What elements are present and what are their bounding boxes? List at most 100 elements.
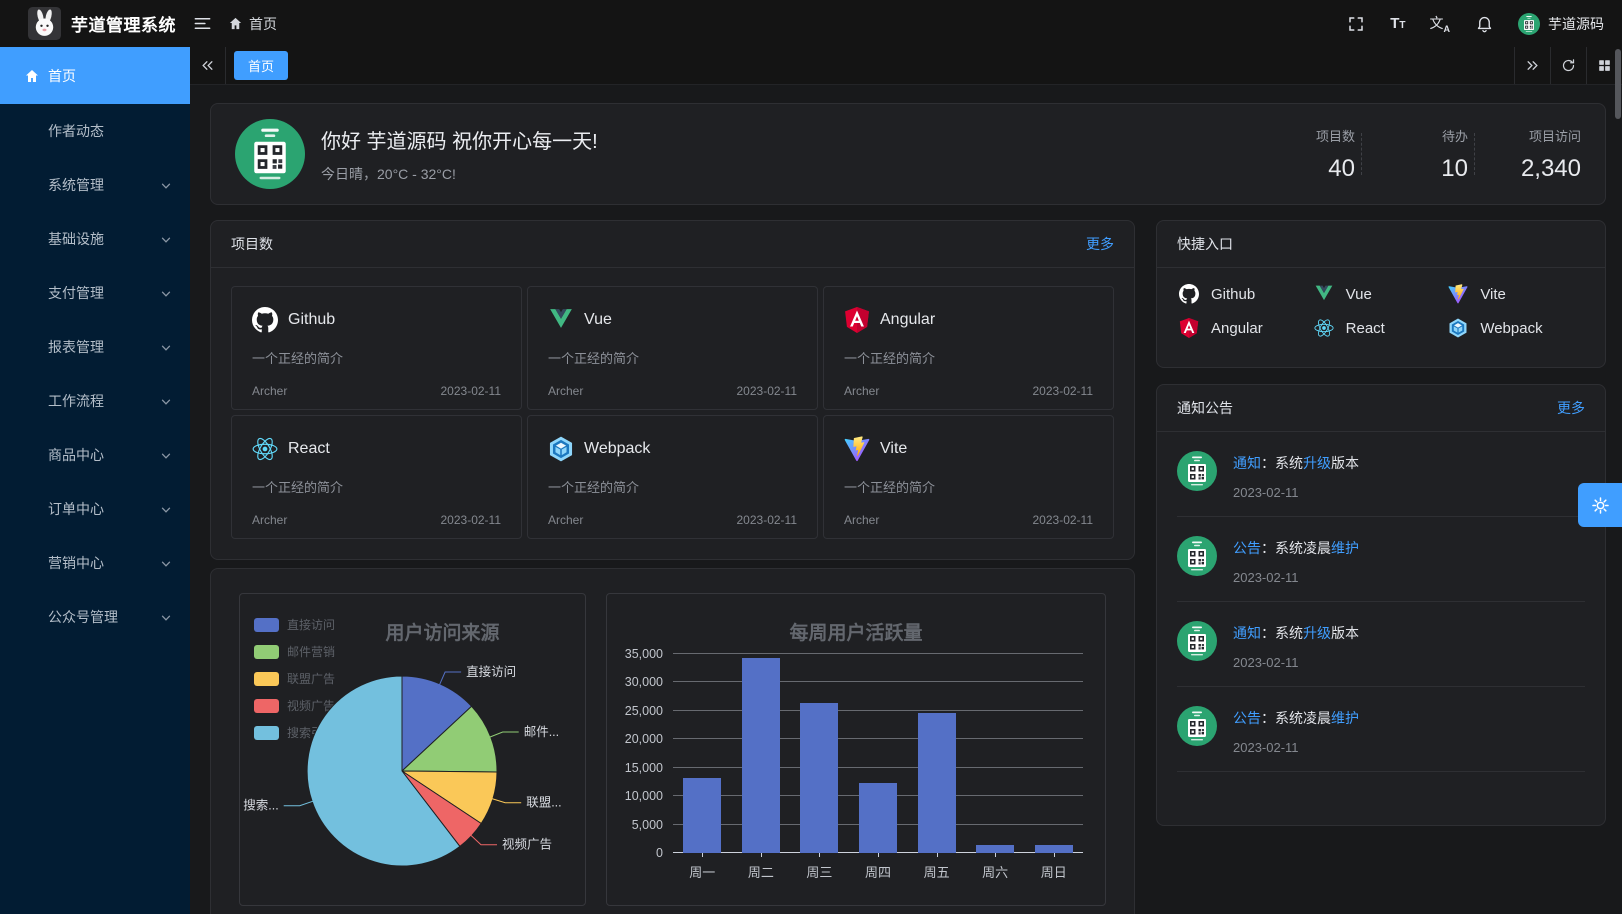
tabbar: 首页 [190, 47, 1622, 85]
notice-item-2: 通知：系统升级版本 2023-02-11 [1177, 602, 1585, 687]
notice-date: 2023-02-11 [1233, 570, 1359, 585]
shortcut-angular[interactable]: Angular [1179, 318, 1314, 338]
shortcut-webpack[interactable]: Webpack [1448, 318, 1583, 338]
project-author: Archer [252, 513, 287, 527]
project-name: React [288, 440, 330, 458]
github-icon [252, 307, 278, 333]
projects-more-link[interactable]: 更多 [1086, 234, 1114, 254]
notices-title: 通知公告 [1177, 398, 1233, 418]
notice-title[interactable]: 公告：系统凌晨维护 [1233, 538, 1359, 558]
stat-divider [1361, 133, 1362, 175]
bar-series: 周一 周二 周三 周四 周五 周六 [673, 654, 1083, 853]
topbar: 芋道管理系统 首页 TT 文A 芋道源码 [0, 0, 1622, 47]
bar-1 [742, 658, 780, 853]
sidebar-item-2[interactable]: 系统管理 [0, 158, 190, 212]
shortcut-vite[interactable]: Vite [1448, 284, 1583, 304]
project-name: Vue [584, 311, 612, 329]
sidebar-item-9[interactable]: 营销中心 [0, 536, 190, 590]
settings-gear-button[interactable] [1578, 483, 1622, 527]
pie-callout-label: 邮件... [524, 725, 559, 739]
chevron-down-icon [160, 558, 172, 570]
project-card-angular[interactable]: Angular 一个正经的简介 Archer2023-02-11 [823, 286, 1114, 410]
tab-home[interactable]: 首页 [234, 51, 288, 80]
sidebar-item-0[interactable]: 首页 [0, 47, 190, 104]
refresh-icon [1561, 58, 1576, 73]
notices-more-link[interactable]: 更多 [1557, 398, 1585, 418]
x-axis-label: 周一 [689, 862, 715, 881]
sidebar-item-1[interactable]: 作者动态 [0, 104, 190, 158]
refresh-icon[interactable] [1550, 47, 1586, 84]
qrcode-avatar [1177, 621, 1217, 661]
notice-date: 2023-02-11 [1233, 740, 1359, 755]
project-date: 2023-02-11 [441, 384, 502, 398]
qrcode-avatar [1177, 706, 1217, 746]
notice-title[interactable]: 公告：系统凌晨维护 [1233, 708, 1359, 728]
chevron-down-icon [160, 180, 172, 192]
notice-item-1: 公告：系统凌晨维护 2023-02-11 [1177, 517, 1585, 602]
double-right-icon [1525, 58, 1540, 73]
sidebar-item-4[interactable]: 支付管理 [0, 266, 190, 320]
notice-title[interactable]: 通知：系统升级版本 [1233, 453, 1359, 473]
scrollbar-thumb[interactable] [1615, 49, 1621, 119]
project-author: Archer [844, 513, 879, 527]
shortcut-react[interactable]: React [1314, 318, 1449, 338]
bell-icon[interactable] [1474, 14, 1494, 34]
greeting-title: 你好 芋道源码 祝你开心每一天! [321, 125, 598, 154]
chevron-down-icon [160, 342, 172, 354]
project-card-github[interactable]: Github 一个正经的简介 Archer2023-02-11 [231, 286, 522, 410]
pie-callout-label: 视频广告 [502, 837, 552, 852]
pie-callout-label: 搜索... [243, 798, 278, 813]
sidebar-item-label: 商品中心 [48, 445, 160, 465]
bar-6 [1035, 845, 1073, 853]
notices-list: 通知：系统升级版本 2023-02-11 公告：系统凌晨维护 2023-02-1… [1157, 432, 1605, 772]
projects-header: 项目数 更多 [211, 221, 1134, 268]
project-card-react[interactable]: React 一个正经的简介 Archer2023-02-11 [231, 415, 522, 539]
pie-chart: 用户访问来源 直接访问 邮件营销 联盟广告 视频广告 搜索引擎 直接访问邮件..… [239, 593, 586, 906]
sidebar-item-5[interactable]: 报表管理 [0, 320, 190, 374]
qrcode-avatar [1177, 536, 1217, 576]
qrcode-avatar [1177, 621, 1217, 661]
chevron-down-icon [160, 612, 172, 624]
qrcode-avatar [235, 119, 305, 189]
qrcode-avatar [1177, 706, 1217, 746]
locale-icon[interactable]: 文A [1430, 13, 1451, 34]
greeting-stats: 项目数 40 待办 10 项目访问 2,340 [1255, 126, 1581, 183]
user-menu[interactable]: 芋道源码 [1518, 13, 1604, 35]
font-size-icon[interactable]: TT [1390, 15, 1405, 32]
y-axis-label: 25,000 [625, 704, 673, 718]
menu-fold-icon[interactable] [192, 14, 212, 34]
shortcut-github[interactable]: Github [1179, 284, 1314, 304]
tabs-scroll-left-button[interactable] [190, 47, 226, 84]
stat-label: 待办 [1368, 126, 1468, 145]
chevron-down-icon [160, 450, 172, 462]
project-desc: 一个正经的简介 [252, 477, 501, 496]
sidebar-item-8[interactable]: 订单中心 [0, 482, 190, 536]
tabs-scroll-right-button[interactable] [1514, 47, 1550, 84]
charts-card: 用户访问来源 直接访问 邮件营销 联盟广告 视频广告 搜索引擎 直接访问邮件..… [210, 568, 1135, 914]
x-axis-label: 周五 [924, 862, 950, 881]
fullscreen-icon[interactable] [1346, 14, 1366, 34]
sidebar-item-label: 支付管理 [48, 283, 160, 303]
project-card-webpack[interactable]: Webpack 一个正经的简介 Archer2023-02-11 [527, 415, 818, 539]
projects-grid: Github 一个正经的简介 Archer2023-02-11 Vue 一个正经… [211, 268, 1134, 557]
project-desc: 一个正经的简介 [548, 477, 797, 496]
sidebar-item-3[interactable]: 基础设施 [0, 212, 190, 266]
project-name: Webpack [584, 440, 650, 458]
shortcuts-grid: Github Vue Vite Angular React Webpack [1157, 268, 1605, 354]
shortcut-vue[interactable]: Vue [1314, 284, 1449, 304]
breadcrumb[interactable]: 首页 [228, 14, 277, 34]
sidebar-item-6[interactable]: 工作流程 [0, 374, 190, 428]
notice-title[interactable]: 通知：系统升级版本 [1233, 623, 1359, 643]
y-axis-label: 0 [656, 846, 673, 860]
legend-item[interactable]: 直接访问 [254, 616, 335, 633]
project-card-vite[interactable]: Vite 一个正经的简介 Archer2023-02-11 [823, 415, 1114, 539]
project-date: 2023-02-11 [1033, 384, 1094, 398]
legend-swatch [254, 618, 279, 632]
sidebar-item-10[interactable]: 公众号管理 [0, 590, 190, 644]
sidebar-item-7[interactable]: 商品中心 [0, 428, 190, 482]
project-card-vue[interactable]: Vue 一个正经的简介 Archer2023-02-11 [527, 286, 818, 410]
pie-svg: 直接访问邮件...联盟...视频广告搜索... [240, 647, 585, 905]
chevron-down-icon [160, 234, 172, 246]
angular-icon [1179, 318, 1199, 338]
react-icon [252, 436, 278, 462]
